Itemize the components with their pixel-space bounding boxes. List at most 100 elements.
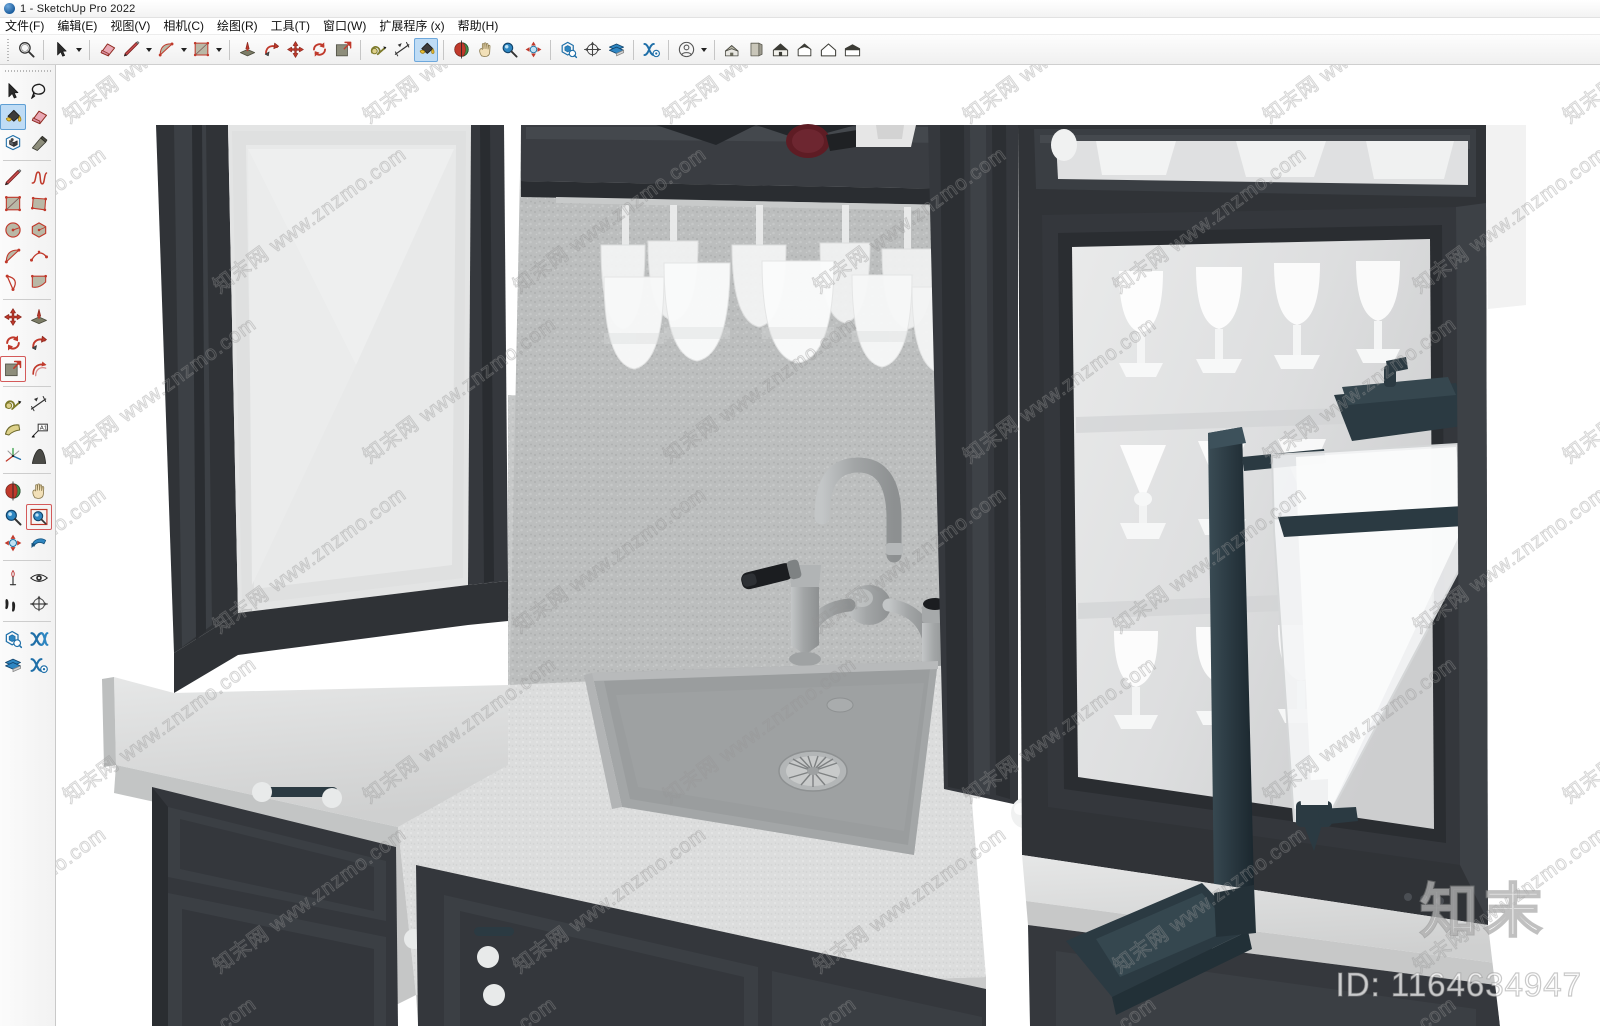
lt-protractor[interactable] xyxy=(0,417,26,443)
intersect-icon xyxy=(29,629,49,649)
menu-extensions[interactable]: 扩展程序 (x) xyxy=(379,18,453,35)
tb-pan[interactable] xyxy=(473,38,497,62)
lt-tape-measure[interactable] xyxy=(0,391,26,417)
lt-zoom-window[interactable] xyxy=(26,504,52,530)
lt-pie[interactable] xyxy=(0,269,26,295)
lt-select[interactable] xyxy=(0,78,26,104)
lt-scale[interactable] xyxy=(0,356,26,382)
chevron-down-icon[interactable] xyxy=(143,38,154,62)
lt-axes[interactable] xyxy=(0,443,26,469)
lt-arc-3point[interactable] xyxy=(26,243,52,269)
tb-view-top[interactable] xyxy=(792,38,816,62)
tb-rotate[interactable] xyxy=(307,38,331,62)
model-render xyxy=(56,65,1600,1026)
menu-window[interactable]: 窗口(W) xyxy=(323,18,375,35)
tb-zoom-extents[interactable] xyxy=(521,38,545,62)
toolbar-grip[interactable] xyxy=(5,38,11,61)
toolbar-separator xyxy=(3,560,51,561)
polygon-icon xyxy=(29,220,49,240)
lt-arc-2point[interactable] xyxy=(0,243,26,269)
lt-3d-text[interactable] xyxy=(26,443,52,469)
lt-pan[interactable] xyxy=(26,478,52,504)
lt-union[interactable] xyxy=(0,652,26,678)
look-around-eye-icon xyxy=(29,568,49,588)
tb-paint-bucket[interactable] xyxy=(414,37,438,62)
sketchup-3d-viewport[interactable]: 知末网 www.znzmo.com知末网 www.znzmo.com知末网 ww… xyxy=(56,65,1600,1026)
menu-file[interactable]: 文件(F) xyxy=(5,18,53,35)
chevron-down-icon[interactable] xyxy=(698,38,709,62)
tb-dimension[interactable] xyxy=(390,38,414,62)
tb-component-inspect[interactable] xyxy=(556,38,580,62)
toolbar-separator xyxy=(550,39,551,60)
lt-sector[interactable] xyxy=(26,269,52,295)
lt-pushpull[interactable] xyxy=(26,304,52,330)
lt-move[interactable] xyxy=(0,304,26,330)
tb-line[interactable] xyxy=(119,38,143,62)
tb-followme[interactable] xyxy=(259,38,283,62)
tb-view-bottom[interactable] xyxy=(840,38,864,62)
tb-view-back[interactable] xyxy=(816,38,840,62)
tb-eraser[interactable] xyxy=(95,38,119,62)
lt-make-component[interactable] xyxy=(0,130,26,156)
tb-arc[interactable] xyxy=(154,38,178,62)
lt-followme[interactable] xyxy=(26,330,52,356)
zoom-loupe-icon xyxy=(500,40,519,59)
menu-edit[interactable]: 编辑(E) xyxy=(57,18,106,35)
tb-view-front[interactable] xyxy=(744,38,768,62)
menu-tools[interactable]: 工具(T) xyxy=(271,18,319,35)
lt-look-around[interactable] xyxy=(26,565,52,591)
menu-camera[interactable]: 相机(C) xyxy=(163,18,213,35)
lt-zoom-extents[interactable] xyxy=(0,530,26,556)
lt-rotate[interactable] xyxy=(0,330,26,356)
tb-section-a[interactable] xyxy=(580,38,604,62)
chevron-down-icon[interactable] xyxy=(213,38,224,62)
tb-pushpull[interactable] xyxy=(235,38,259,62)
lt-split[interactable] xyxy=(26,652,52,678)
lt-intersect[interactable] xyxy=(26,626,52,652)
tb-zoom-tool[interactable] xyxy=(497,38,521,62)
modify-group xyxy=(0,304,54,382)
tb-orbit[interactable] xyxy=(449,38,473,62)
lt-paint-bucket[interactable] xyxy=(0,104,26,130)
lt-line[interactable] xyxy=(0,165,26,191)
chevron-down-icon[interactable] xyxy=(73,38,84,62)
tb-view-elevation[interactable] xyxy=(768,38,792,62)
lt-section-plane[interactable] xyxy=(26,591,52,617)
tb-section-settings[interactable] xyxy=(639,38,663,62)
lt-text[interactable]: A1 xyxy=(26,417,52,443)
toolbar-grip[interactable] xyxy=(4,68,51,74)
lt-rotated-rectangle[interactable] xyxy=(26,191,52,217)
menu-draw[interactable]: 绘图(R) xyxy=(217,18,267,35)
lt-polygon[interactable] xyxy=(26,217,52,243)
menu-help[interactable]: 帮助(H) xyxy=(458,18,508,35)
lt-position-camera[interactable] xyxy=(0,565,26,591)
tb-select[interactable] xyxy=(49,38,73,62)
tb-tape-measure[interactable] xyxy=(366,38,390,62)
lt-offset[interactable] xyxy=(26,356,52,382)
lt-orbit[interactable] xyxy=(0,478,26,504)
lt-eraser[interactable] xyxy=(26,104,52,130)
tb-scale[interactable] xyxy=(331,38,355,62)
tb-layers[interactable] xyxy=(604,38,628,62)
lt-tag[interactable] xyxy=(26,130,52,156)
zoom-magnifier-icon xyxy=(17,40,36,59)
lt-solid-inspect[interactable] xyxy=(0,626,26,652)
lt-lasso[interactable] xyxy=(26,78,52,104)
lt-circle[interactable] xyxy=(0,217,26,243)
lt-previous-view[interactable] xyxy=(26,530,52,556)
tb-view-iso[interactable] xyxy=(720,38,744,62)
lt-walk[interactable] xyxy=(0,591,26,617)
tb-rectangle[interactable] xyxy=(189,38,213,62)
lt-rectangle[interactable] xyxy=(0,191,26,217)
lt-zoom[interactable] xyxy=(0,504,26,530)
lt-freehand[interactable] xyxy=(26,165,52,191)
toolbar-separator xyxy=(360,39,361,60)
previous-view-icon xyxy=(29,533,49,553)
tb-zoom[interactable] xyxy=(14,38,38,62)
toolbar-separator xyxy=(3,473,51,474)
tb-account[interactable] xyxy=(674,38,698,62)
lt-dimension[interactable] xyxy=(26,391,52,417)
menu-view[interactable]: 视图(V) xyxy=(110,18,159,35)
chevron-down-icon[interactable] xyxy=(178,38,189,62)
tb-move[interactable] xyxy=(283,38,307,62)
